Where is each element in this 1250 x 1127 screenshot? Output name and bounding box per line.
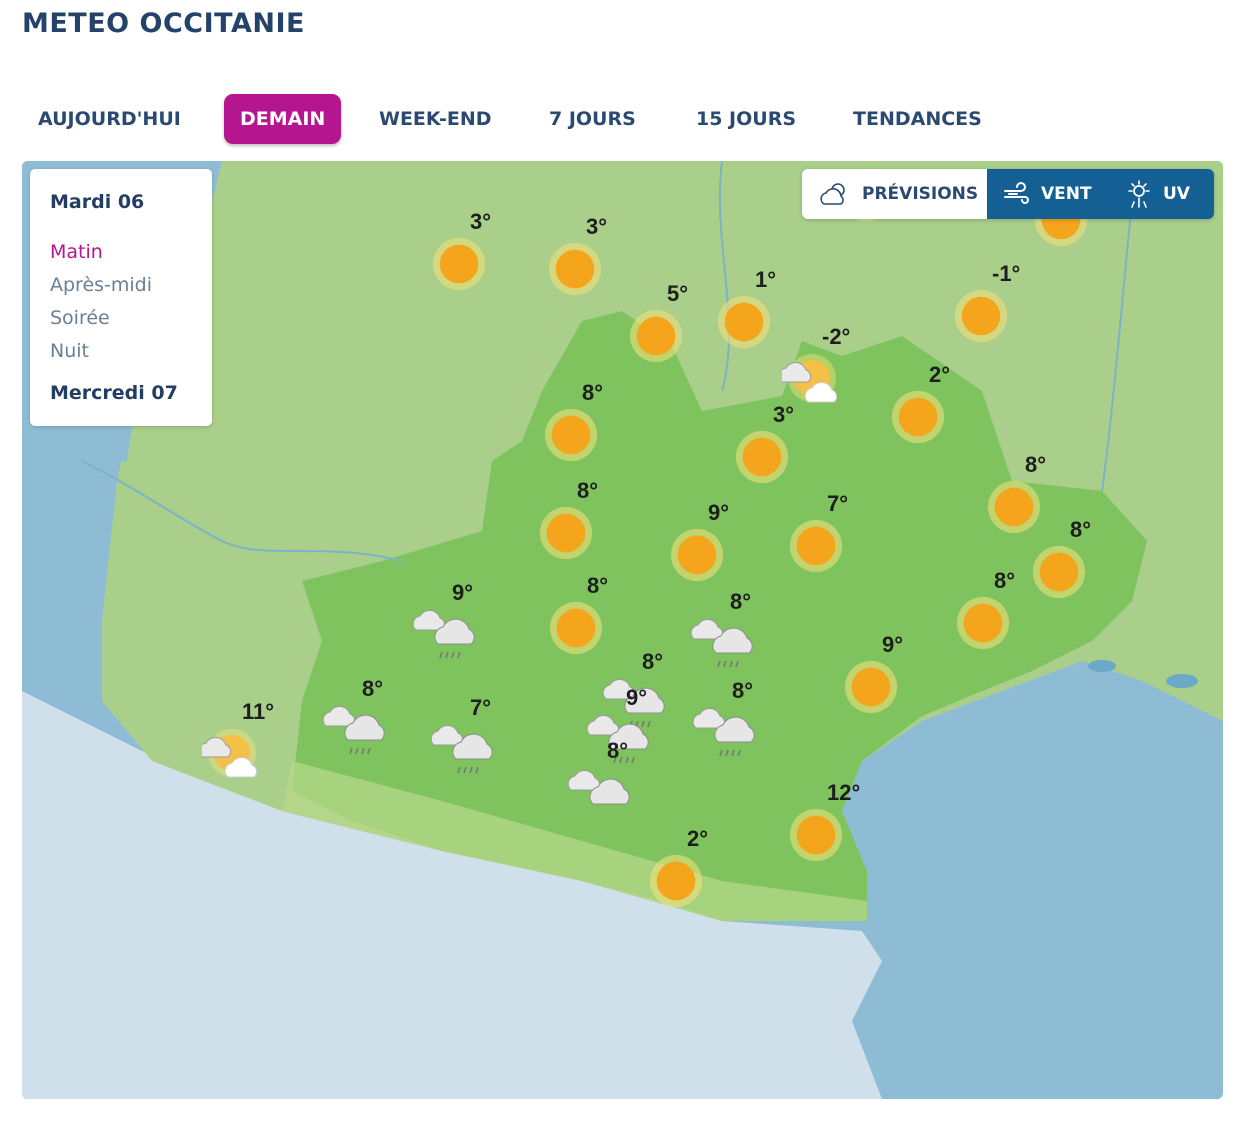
forecast-marker[interactable]: 9° — [842, 632, 903, 718]
temperature-label: 8° — [994, 568, 1016, 593]
temperature-label: -1° — [992, 261, 1021, 286]
rain-cloud-icon — [692, 704, 755, 768]
forecast-marker[interactable]: 8° — [322, 676, 385, 762]
rain-cloud-icon — [430, 721, 493, 785]
temperature-label: 8° — [730, 589, 752, 614]
temperature-label: 8° — [587, 573, 609, 598]
previsions-label: PRÉVISIONS — [862, 184, 979, 204]
period-soiree[interactable]: Soirée — [50, 307, 110, 329]
forecast-marker[interactable]: 8° — [690, 589, 753, 675]
temperature-label: 12° — [827, 780, 861, 805]
uv-label: UV — [1163, 184, 1190, 204]
forecast-marker[interactable]: 8° — [537, 478, 598, 564]
period-matin[interactable]: Matin — [50, 241, 103, 263]
layer-switch: PRÉVISIONS VENT UV — [802, 169, 1214, 219]
sun-cloud-icon — [198, 725, 262, 789]
forecast-marker[interactable]: 11° — [198, 699, 274, 785]
temperature-label: 7° — [827, 491, 849, 516]
day-period-panel: Mardi 06 Matin Après-midi Soirée Nuit Me… — [30, 169, 212, 426]
tab-aujourdhui[interactable]: AUJOURD'HUI — [38, 94, 181, 144]
forecast-marker[interactable]: 8° — [1030, 517, 1091, 603]
temperature-label: 8° — [732, 678, 754, 703]
forecast-marker[interactable]: 3° — [546, 214, 607, 300]
forecast-marker[interactable]: 1° — [715, 267, 776, 353]
rain-cloud-icon — [690, 615, 753, 679]
temperature-label: 3° — [773, 402, 795, 427]
tab-week-end[interactable]: WEEK-END — [379, 94, 492, 144]
previsions-layer-button[interactable]: PRÉVISIONS — [802, 169, 987, 219]
rain-cloud-icon — [412, 606, 475, 670]
uv-layer-button[interactable]: UV — [1109, 169, 1214, 219]
temperature-label: 5° — [667, 281, 689, 306]
day-mercredi[interactable]: Mercredi 07 — [50, 382, 178, 404]
forecast-marker[interactable]: 8° — [692, 678, 755, 764]
tab-7-jours[interactable]: 7 JOURS — [549, 94, 636, 144]
temperature-label: 9° — [882, 632, 904, 657]
tab-15-jours[interactable]: 15 JOURS — [696, 94, 796, 144]
forecast-marker[interactable]: 9° — [412, 580, 475, 666]
forecast-marker[interactable]: 5° — [627, 281, 688, 367]
temperature-label: 8° — [1070, 517, 1092, 542]
temperature-label: 3° — [470, 209, 492, 234]
forecast-marker[interactable]: 7° — [787, 491, 848, 577]
forecast-marker[interactable]: 3° — [430, 209, 491, 295]
forecast-marker[interactable]: 8° — [954, 568, 1015, 654]
forecast-marker[interactable]: -1° — [952, 261, 1020, 347]
temperature-label: 8° — [1025, 452, 1047, 477]
period-apres-midi[interactable]: Après-midi — [50, 274, 152, 296]
forecast-marker[interactable]: 8° — [985, 452, 1046, 538]
forecast-marker[interactable]: 7° — [430, 695, 493, 781]
forecast-marker[interactable]: 8° — [542, 380, 603, 466]
temperature-label: 2° — [929, 362, 951, 387]
forecast-marker[interactable]: 9° — [668, 500, 729, 586]
day-mardi[interactable]: Mardi 06 — [50, 191, 144, 213]
temperature-label: 8° — [582, 380, 604, 405]
forecast-marker[interactable]: 8° — [567, 738, 630, 824]
temperature-label: 7° — [470, 695, 492, 720]
temperature-label: 8° — [607, 738, 629, 763]
uv-icon — [1128, 180, 1150, 208]
forecast-marker[interactable]: 3° — [733, 402, 794, 488]
wind-icon — [1004, 182, 1029, 204]
vent-label: VENT — [1041, 184, 1092, 204]
tab-demain[interactable]: DEMAIN — [224, 94, 342, 144]
temperature-label: 11° — [242, 699, 275, 724]
temperature-label: 9° — [626, 685, 648, 710]
temperature-label: 8° — [642, 649, 664, 674]
page-title: METEO OCCITANIE — [22, 8, 305, 39]
forecast-marker[interactable]: 8° — [547, 573, 608, 659]
forecast-marker[interactable]: 2° — [647, 826, 708, 912]
vent-layer-button[interactable]: VENT — [987, 169, 1109, 219]
temperature-label: 9° — [452, 580, 474, 605]
temperature-label: -2° — [822, 324, 851, 349]
tab-tendances[interactable]: TENDANCES — [853, 94, 982, 144]
temperature-label: 8° — [362, 676, 384, 701]
temperature-label: 9° — [708, 500, 730, 525]
temperature-label: 2° — [687, 826, 709, 851]
sun-cloud-icon — [820, 183, 845, 205]
period-nuit[interactable]: Nuit — [50, 340, 89, 362]
forecast-marker[interactable]: -2° — [778, 324, 850, 410]
rain-cloud-icon — [322, 702, 385, 766]
forecast-marker[interactable]: 2° — [889, 362, 950, 448]
temperature-label: 8° — [577, 478, 599, 503]
temperature-label: 3° — [586, 214, 608, 239]
forecast-marker[interactable]: 12° — [787, 780, 860, 866]
temperature-label: 1° — [755, 267, 777, 292]
cloud-icon — [567, 764, 630, 828]
